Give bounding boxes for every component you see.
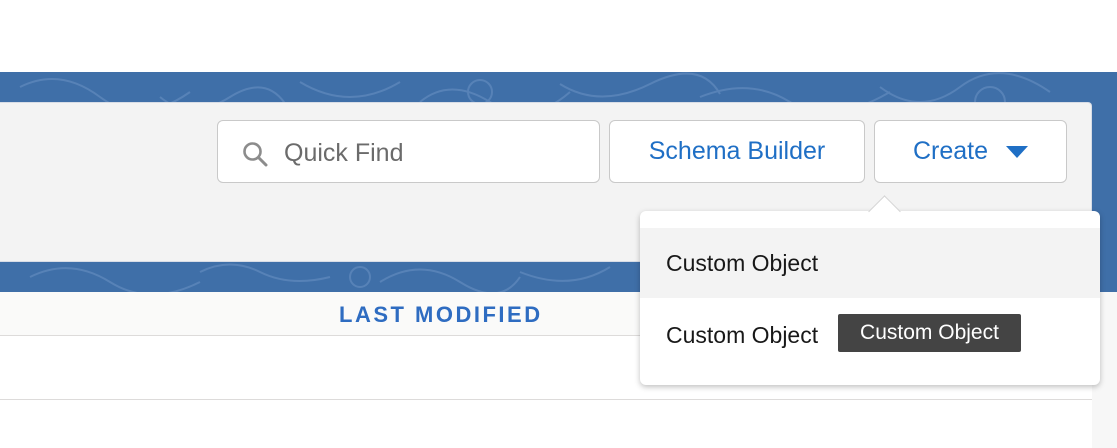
menu-item-custom-object[interactable]: Custom Object xyxy=(640,228,1100,298)
search-icon xyxy=(242,141,268,172)
quick-find-box[interactable] xyxy=(217,120,600,183)
row-divider xyxy=(0,399,1092,400)
search-input[interactable] xyxy=(282,133,586,173)
column-header-last-modified[interactable]: LAST MODIFIED xyxy=(339,302,543,328)
schema-builder-label: Schema Builder xyxy=(648,137,826,165)
schema-builder-button[interactable]: Schema Builder xyxy=(609,120,865,183)
menu-item-label: Custom Object xyxy=(666,249,819,276)
create-button[interactable]: Create xyxy=(874,120,1067,183)
caret-down-icon xyxy=(1006,145,1029,158)
tooltip: Custom Object xyxy=(838,314,1021,352)
tooltip-text: Custom Object xyxy=(860,321,999,344)
create-dropdown-menu: Custom Object Custom Object et xyxy=(640,195,1100,385)
create-label: Create xyxy=(912,137,989,165)
menu-item-label: Custom Object xyxy=(666,321,819,348)
